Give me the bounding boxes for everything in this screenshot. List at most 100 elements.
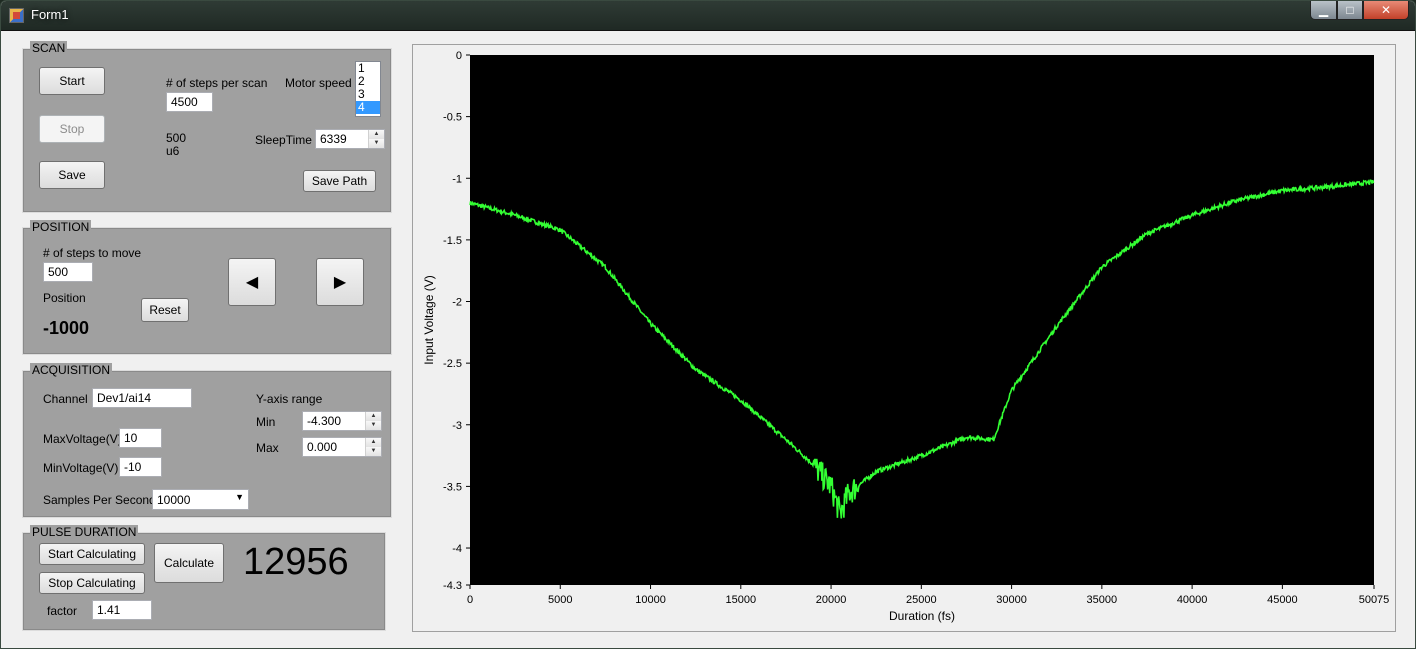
y-tick-label: -3.5: [443, 481, 462, 493]
samples-per-second-select[interactable]: 10000 ▼: [152, 489, 249, 510]
save-path-button[interactable]: Save Path: [303, 170, 376, 192]
acquisition-group: ACQUISITION Channel Dev1/ai14 MaxVoltage…: [22, 363, 392, 518]
pulse-duration-result: 12956: [243, 541, 349, 583]
y-min-label: Min: [256, 415, 276, 429]
y-tick-label: -1: [452, 173, 462, 185]
max-voltage-input[interactable]: 10: [119, 428, 162, 448]
stop-button[interactable]: Stop: [39, 115, 105, 143]
min-voltage-input[interactable]: -10: [119, 457, 162, 477]
y-max-label: Max: [256, 441, 279, 455]
spin-up-icon[interactable]: ▲: [366, 438, 381, 447]
arrow-left-icon: ◀: [245, 274, 259, 291]
sleep-time-stepper[interactable]: 6339 ▲ ▼: [315, 129, 385, 149]
scan-group: SCAN Start Stop Save # of steps per scan…: [22, 41, 392, 213]
y-tick-label: -3: [452, 420, 462, 432]
close-icon: ✕: [1380, 3, 1392, 17]
y-min-arrows[interactable]: ▲ ▼: [365, 412, 381, 430]
chevron-down-icon[interactable]: ▼: [235, 492, 244, 502]
steps-per-scan-label: # of steps per scan: [166, 76, 268, 90]
position-label: Position: [43, 291, 86, 305]
main-window: Form1 ▁ □ ✕ SCAN Start Stop Save # of st…: [0, 0, 1416, 649]
y-max-arrows[interactable]: ▲ ▼: [365, 438, 381, 456]
y-min-stepper[interactable]: -4.300 ▲ ▼: [302, 411, 382, 431]
start-button[interactable]: Start: [39, 67, 105, 95]
x-tick-label: 40000: [1177, 594, 1208, 606]
sleep-time-label: SleepTime: [255, 133, 312, 147]
stop-calculating-button[interactable]: Stop Calculating: [39, 572, 145, 594]
y-min-value: -4.300: [307, 414, 342, 428]
close-button[interactable]: ✕: [1363, 1, 1409, 20]
scan-group-title: SCAN: [30, 41, 68, 55]
spin-down-icon[interactable]: ▼: [366, 421, 381, 430]
plot-area: [470, 55, 1374, 585]
y-tick-label: -0.5: [443, 112, 462, 124]
channel-input[interactable]: Dev1/ai14: [92, 388, 192, 408]
window-title: Form1: [31, 7, 69, 22]
window-controls: ▁ □ ✕: [1310, 1, 1409, 21]
steps-per-scan-input[interactable]: 4500: [166, 92, 213, 112]
reset-button[interactable]: Reset: [141, 298, 189, 322]
y-axis-label: Input Voltage (V): [422, 275, 436, 364]
scan-info-unit: u6: [166, 144, 180, 158]
move-left-button[interactable]: ◀: [228, 258, 276, 306]
x-tick-label: 15000: [725, 594, 756, 606]
factor-label: factor: [47, 604, 78, 618]
x-tick-label: 50075: [1359, 594, 1390, 606]
x-tick-label: 35000: [1087, 594, 1118, 606]
sleep-time-value: 6339: [320, 132, 347, 146]
calculate-button[interactable]: Calculate: [154, 543, 224, 583]
arrow-right-icon: ▶: [333, 274, 347, 291]
y-max-stepper[interactable]: 0.000 ▲ ▼: [302, 437, 382, 457]
spin-down-icon[interactable]: ▼: [366, 447, 381, 456]
y-tick-label: -2: [452, 297, 462, 309]
move-right-button[interactable]: ▶: [316, 258, 364, 306]
motor-speed-label: Motor speed: [285, 76, 352, 90]
chart-panel: 0 5000 10000 15000 20000 25000 30000 35000 40000…: [412, 44, 1396, 632]
minimize-icon: ▁: [1318, 3, 1329, 17]
sleep-time-arrows[interactable]: ▲ ▼: [368, 130, 384, 148]
factor-input[interactable]: 1.41: [92, 600, 152, 620]
title-bar[interactable]: Form1 ▁ □ ✕: [1, 1, 1415, 31]
x-tick-label: 10000: [635, 594, 666, 606]
position-group: POSITION # of steps to move 500 Position…: [22, 220, 392, 355]
save-button[interactable]: Save: [39, 161, 105, 189]
acquisition-group-title: ACQUISITION: [30, 363, 113, 377]
x-tick-label: 20000: [816, 594, 847, 606]
min-voltage-label: MinVoltage(V): [43, 461, 119, 475]
minimize-button[interactable]: ▁: [1310, 1, 1337, 20]
x-tick-label: 25000: [906, 594, 937, 606]
y-max-value: 0.000: [307, 440, 338, 454]
samples-per-second-label: Samples Per Second: [43, 493, 156, 507]
motor-speed-list[interactable]: 1 2 3 4: [355, 61, 381, 117]
motor-speed-option-selected[interactable]: 4: [356, 101, 380, 114]
spin-down-icon[interactable]: ▼: [369, 139, 384, 148]
y-tick-label: -2.5: [443, 358, 462, 370]
channel-label: Channel: [43, 392, 88, 406]
app-icon: [9, 8, 24, 23]
samples-per-second-value: 10000: [157, 493, 191, 507]
y-axis-range-label: Y-axis range: [256, 392, 323, 406]
maximize-button[interactable]: □: [1337, 1, 1363, 20]
form-client-area: SCAN Start Stop Save # of steps per scan…: [9, 32, 1407, 642]
position-value: -1000: [43, 318, 90, 338]
max-voltage-label: MaxVoltage(V): [43, 432, 122, 446]
pulse-duration-group: PULSE DURATION Start Calculating Stop Ca…: [22, 525, 386, 631]
steps-to-move-input[interactable]: 500: [43, 262, 93, 282]
pulse-duration-group-title: PULSE DURATION: [30, 525, 139, 539]
x-tick-label: 45000: [1267, 594, 1298, 606]
position-group-title: POSITION: [30, 220, 92, 234]
maximize-icon: □: [1346, 3, 1354, 17]
x-tick-label: 0: [467, 594, 473, 606]
start-calculating-button[interactable]: Start Calculating: [39, 543, 145, 565]
y-tick-label: -1.5: [443, 235, 462, 247]
spin-up-icon[interactable]: ▲: [369, 130, 384, 139]
x-tick-label: 30000: [996, 594, 1027, 606]
x-axis-label: Duration (fs): [889, 609, 955, 623]
y-tick-label: -4.3: [443, 580, 462, 592]
voltage-chart[interactable]: 0 5000 10000 15000 20000 25000 30000 35000 40000…: [413, 45, 1395, 631]
y-tick-label: 0: [456, 50, 462, 62]
y-tick-label: -4: [452, 543, 462, 555]
spin-up-icon[interactable]: ▲: [366, 412, 381, 421]
x-tick-label: 5000: [548, 594, 572, 606]
scan-info-value: 500: [166, 131, 187, 145]
